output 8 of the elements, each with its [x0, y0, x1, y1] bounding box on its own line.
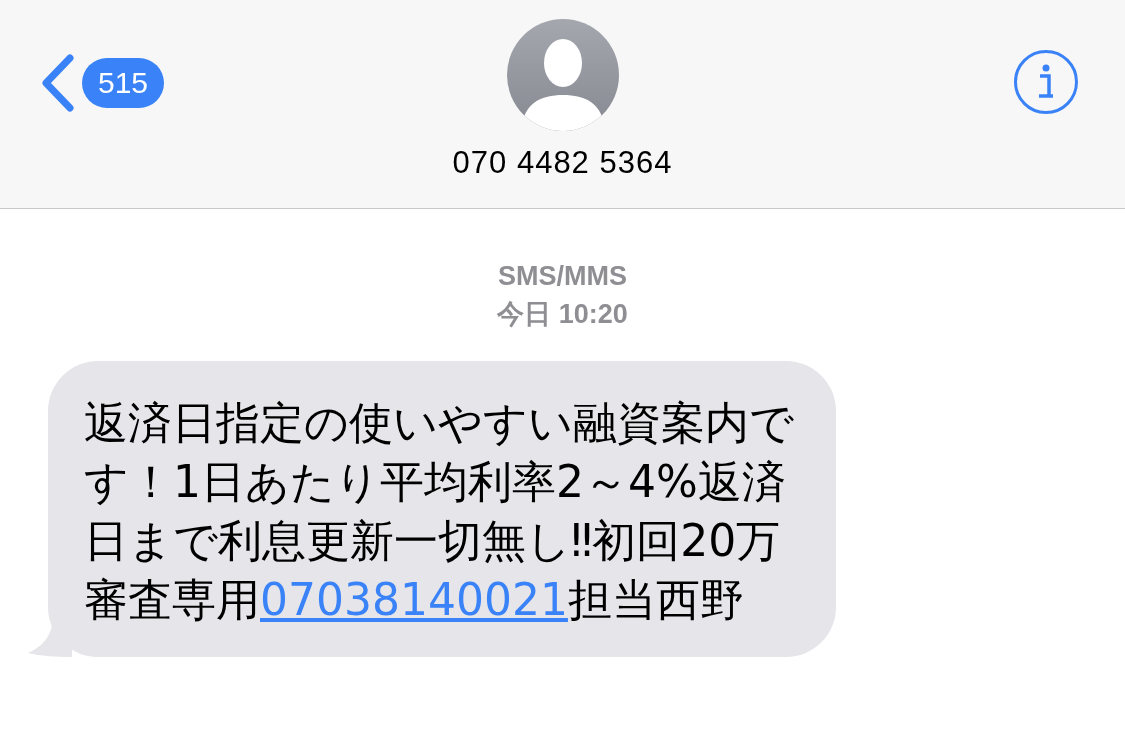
message-timestamp: 今日 10:20 — [497, 298, 628, 331]
avatar-icon — [506, 19, 619, 131]
service-label: SMS/MMS — [498, 260, 627, 293]
info-icon[interactable] — [1013, 49, 1079, 115]
message-bubble: 返済日指定の使いやすい融資案内です！1日あたり平均利率2～4%返済日まで利息更新一切無し‼初回20万審査専用07038140021担当西野 — [48, 361, 836, 657]
unread-count[interactable]: 515 — [82, 58, 165, 108]
contact-number: 070 4482 5364 — [452, 145, 673, 181]
phone-link[interactable]: 07038140021 — [260, 574, 568, 625]
